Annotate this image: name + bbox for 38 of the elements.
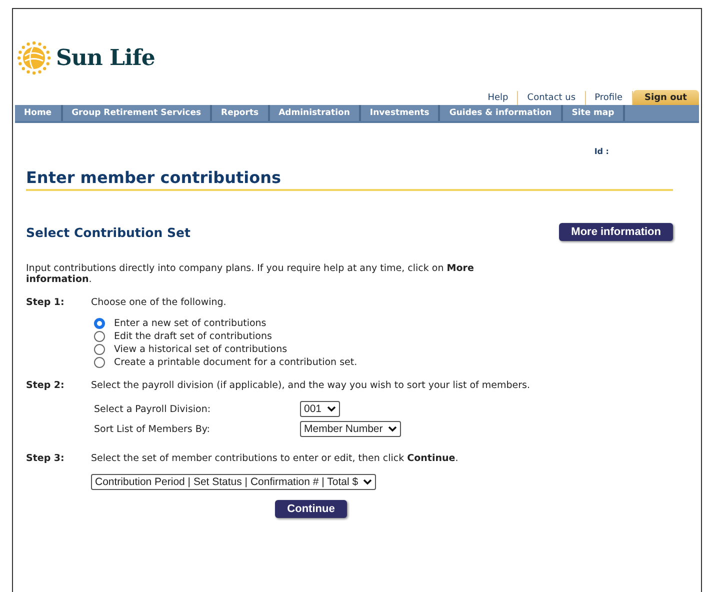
field-label: Select a Payroll Division: [94, 404, 212, 414]
nav-item[interactable]: Administration [270, 105, 361, 121]
section-title: Select Contribution Set [26, 224, 190, 240]
radio-button[interactable] [94, 357, 105, 368]
dropdown[interactable]: Contribution Period | Set Status | Confirmation # | Total $ [91, 474, 376, 490]
step-label: Step 2: [26, 380, 66, 391]
option-label: Edit the draft set of contributions [114, 331, 272, 342]
nav-item[interactable]: Home [15, 105, 63, 121]
caret-icon [388, 426, 397, 432]
nav-item[interactable]: Group Retirement Services [62, 105, 212, 121]
nav-item[interactable]: Site map [562, 105, 626, 121]
nav-item[interactable]: Guides & information [440, 105, 563, 121]
page-title: Enter member contributions [26, 168, 673, 191]
radio-button[interactable] [94, 318, 105, 329]
step-text: Choose one of the following. [91, 297, 226, 308]
sign-out-tab[interactable]: Sign out [632, 90, 699, 105]
id-label: Id : [594, 147, 609, 156]
logo-text: Sun Life [56, 45, 155, 71]
option-label: Enter a new set of contributions [114, 318, 266, 329]
continue-button[interactable]: Continue [275, 500, 347, 518]
step-label: Step 3: [26, 453, 66, 464]
step-text: Select the payroll division (if applicable), and the way you wish to sort your list of members. [91, 380, 530, 391]
field-label: Sort List of Members By: [94, 424, 211, 434]
option-label: Create a printable document for a contribution set. [114, 357, 358, 368]
sun-logo-icon [17, 41, 51, 75]
caret-icon [326, 406, 336, 412]
intro-text: Input contributions directly into company plans. If you require help at any time, click on More information. [26, 263, 475, 285]
nav-item[interactable]: Investments [360, 105, 440, 121]
nav-item[interactable]: Reports [212, 105, 270, 121]
step-text: Select the set of member contributions to enter or edit, then click Continue. [91, 453, 458, 464]
dropdown[interactable]: Member Number [300, 421, 401, 437]
step-label: Step 1: [26, 297, 66, 308]
radio-button[interactable] [94, 331, 105, 342]
radio-button[interactable] [94, 344, 105, 355]
option-label: View a historical set of contributions [114, 344, 288, 355]
dropdown[interactable]: 001 [300, 401, 340, 417]
caret-icon [363, 479, 372, 485]
more-information-button[interactable]: More information [559, 223, 673, 241]
